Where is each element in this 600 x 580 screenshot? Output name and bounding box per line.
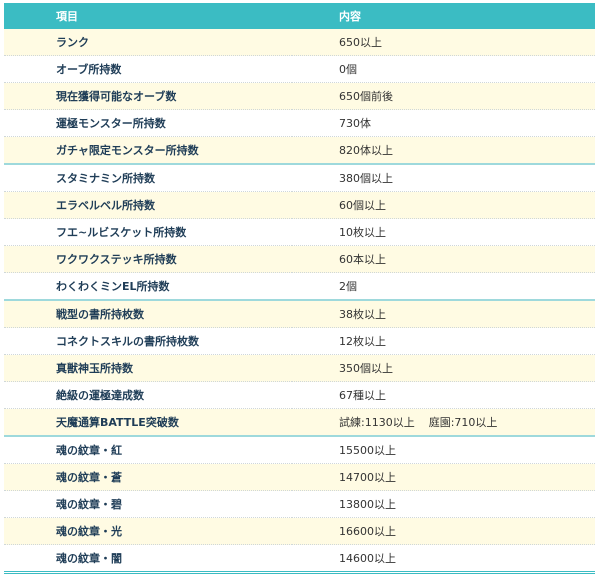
row-content: 820体以上 xyxy=(292,136,595,165)
row-item: 魂の紋章・闇 xyxy=(4,544,292,574)
row-content: 38枚以上 xyxy=(292,299,595,328)
row-content: 650以上 xyxy=(292,29,595,56)
row-content: 730体 xyxy=(292,109,595,137)
table-header-row: 項目 内容 xyxy=(4,3,595,29)
row-item: 運極モンスター所持数 xyxy=(4,109,292,137)
row-content: 380個以上 xyxy=(292,163,595,192)
table-row: スタミナミン所持数 380個以上 xyxy=(4,163,595,192)
row-item: 魂の紋章・碧 xyxy=(4,490,292,518)
row-item: ガチャ限定モンスター所持数 xyxy=(4,136,292,165)
garden-count: 庭園:710以上 xyxy=(428,416,498,429)
table-row: 現在獲得可能なオーブ数 650個前後 xyxy=(4,82,595,110)
stats-table-container: 項目 内容 ランク 650以上 オーブ所持数 0個 現在獲得可能なオーブ数 65… xyxy=(4,3,595,574)
row-item: 魂の紋章・蒼 xyxy=(4,463,292,491)
table-row: 魂の紋章・光 16600以上 xyxy=(4,517,595,545)
row-item: フエ~ルビスケット所持数 xyxy=(4,218,292,246)
row-item: コネクトスキルの書所持枚数 xyxy=(4,327,292,355)
table-row: フエ~ルビスケット所持数 10枚以上 xyxy=(4,218,595,246)
table-row: 絶級の運極達成数 67種以上 xyxy=(4,381,595,409)
row-content: 60本以上 xyxy=(292,245,595,273)
table-row: 魂の紋章・碧 13800以上 xyxy=(4,490,595,518)
table-row: 天魔通算BATTLE突破数 試練:1130以上 庭園:710以上 xyxy=(4,408,595,437)
table-row: 戦型の書所持枚数 38枚以上 xyxy=(4,299,595,328)
row-item: 現在獲得可能なオーブ数 xyxy=(4,82,292,110)
table-row: わくわくミンEL所持数 2個 xyxy=(4,272,595,301)
row-content: 350個以上 xyxy=(292,354,595,382)
header-content: 内容 xyxy=(292,3,595,29)
row-content: 10枚以上 xyxy=(292,218,595,246)
row-content: 14700以上 xyxy=(292,463,595,491)
row-item: 絶級の運極達成数 xyxy=(4,381,292,409)
row-item: 魂の紋章・紅 xyxy=(4,435,292,464)
table-row: オーブ所持数 0個 xyxy=(4,55,595,83)
row-content: 67種以上 xyxy=(292,381,595,409)
trial-count: 試練:1130以上 xyxy=(339,416,415,429)
row-content: 2個 xyxy=(292,272,595,301)
row-content: 14600以上 xyxy=(292,544,595,574)
row-content: 15500以上 xyxy=(292,435,595,464)
header-item: 項目 xyxy=(4,3,292,29)
row-content: 16600以上 xyxy=(292,517,595,545)
table-row: ワクワクステッキ所持数 60本以上 xyxy=(4,245,595,273)
row-content: 650個前後 xyxy=(292,82,595,110)
row-item: ワクワクステッキ所持数 xyxy=(4,245,292,273)
row-item: 魂の紋章・光 xyxy=(4,517,292,545)
row-item: 戦型の書所持枚数 xyxy=(4,299,292,328)
row-item: エラベルベル所持数 xyxy=(4,191,292,219)
row-content: 13800以上 xyxy=(292,490,595,518)
row-content: 60個以上 xyxy=(292,191,595,219)
table-row: ランク 650以上 xyxy=(4,29,595,56)
table-row: コネクトスキルの書所持枚数 12枚以上 xyxy=(4,327,595,355)
table-row: 魂の紋章・紅 15500以上 xyxy=(4,435,595,464)
row-item: スタミナミン所持数 xyxy=(4,163,292,192)
row-item: オーブ所持数 xyxy=(4,55,292,83)
stats-table: 項目 内容 ランク 650以上 オーブ所持数 0個 現在獲得可能なオーブ数 65… xyxy=(4,3,595,574)
row-item: 真獣神玉所持数 xyxy=(4,354,292,382)
table-row: ガチャ限定モンスター所持数 820体以上 xyxy=(4,136,595,165)
row-content: 0個 xyxy=(292,55,595,83)
table-row: 真獣神玉所持数 350個以上 xyxy=(4,354,595,382)
table-row: 魂の紋章・闇 14600以上 xyxy=(4,544,595,574)
row-content: 試練:1130以上 庭園:710以上 xyxy=(292,408,595,437)
row-item: わくわくミンEL所持数 xyxy=(4,272,292,301)
table-row: 魂の紋章・蒼 14700以上 xyxy=(4,463,595,491)
table-row: 運極モンスター所持数 730体 xyxy=(4,109,595,137)
row-item: ランク xyxy=(4,29,292,56)
row-item: 天魔通算BATTLE突破数 xyxy=(4,408,292,437)
table-row: エラベルベル所持数 60個以上 xyxy=(4,191,595,219)
row-content: 12枚以上 xyxy=(292,327,595,355)
